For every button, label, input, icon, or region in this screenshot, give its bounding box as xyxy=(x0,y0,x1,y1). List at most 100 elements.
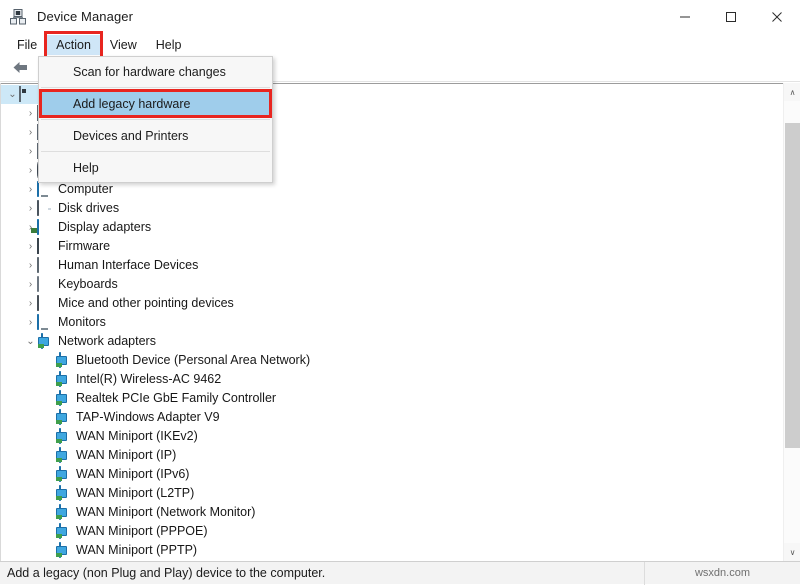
scrollbar-thumb[interactable] xyxy=(785,123,800,448)
chevron-right-icon[interactable]: › xyxy=(24,313,37,332)
tree-item-label: WAN Miniport (IKEv2) xyxy=(76,427,198,446)
tree-item[interactable]: › Human Interface Devices xyxy=(0,256,778,275)
tree-item[interactable]: Bluetooth Device (Personal Area Network) xyxy=(0,351,778,370)
watermark: wsxdn.com xyxy=(645,567,800,579)
network-adapter-icon xyxy=(55,448,71,464)
status-bar: Add a legacy (non Plug and Play) device … xyxy=(0,561,800,584)
chevron-right-icon[interactable]: › xyxy=(24,256,37,275)
menu-item-add-legacy-hardware[interactable]: Add legacy hardware xyxy=(39,91,272,116)
tree-item-label: Intel(R) Wireless-AC 9462 xyxy=(76,370,221,389)
status-text: Add a legacy (non Plug and Play) device … xyxy=(0,566,644,580)
window-controls xyxy=(662,0,800,33)
tree-item-label: Display adapters xyxy=(58,218,151,237)
menu-item-devices-and-printers[interactable]: Devices and Printers xyxy=(39,123,272,148)
chevron-right-icon[interactable]: › xyxy=(24,294,37,313)
menu-item-label: Add legacy hardware xyxy=(73,97,190,111)
chevron-right-icon[interactable]: › xyxy=(24,199,37,218)
menu-item-scan-for-hardware-changes[interactable]: Scan for hardware changes xyxy=(39,59,272,84)
tree-item-label: Human Interface Devices xyxy=(58,256,198,275)
vertical-scrollbar[interactable]: ∧ ∨ xyxy=(783,83,800,561)
menu-view-label: View xyxy=(110,38,137,52)
tree-left-border xyxy=(0,83,1,561)
tree-item-label: WAN Miniport (PPTP) xyxy=(76,541,197,560)
tree-item[interactable]: ›Display adapters xyxy=(0,218,778,237)
chevron-right-icon[interactable]: › xyxy=(24,161,37,180)
tree-item[interactable]: › Firmware xyxy=(0,237,778,256)
network-adapter-icon xyxy=(55,410,71,426)
chevron-right-icon[interactable]: › xyxy=(24,275,37,294)
tree-item-label: Firmware xyxy=(58,237,110,256)
tree-item-label: WAN Miniport (Network Monitor) xyxy=(76,503,255,522)
device-manager-icon xyxy=(9,8,27,26)
menu-separator xyxy=(41,119,270,120)
menu-item-label: Devices and Printers xyxy=(73,129,188,143)
menu-item-label: Scan for hardware changes xyxy=(73,65,226,79)
network-adapter-icon xyxy=(55,543,71,559)
chevron-down-icon[interactable]: ⌄ xyxy=(24,332,37,351)
mouse-icon xyxy=(37,296,53,312)
scroll-down-arrow-icon[interactable]: ∨ xyxy=(784,543,800,561)
network-adapter-icon xyxy=(55,524,71,540)
menu-file-label: File xyxy=(17,38,37,52)
tree-item-label: Network adapters xyxy=(58,332,156,351)
scrollbar-track[interactable] xyxy=(784,101,800,543)
tree-item[interactable]: › Monitors xyxy=(0,313,778,332)
minimize-button[interactable] xyxy=(662,0,708,33)
tree-item[interactable]: WAN Miniport (PPPOE) xyxy=(0,522,778,541)
tree-no-chevron: ⌄ xyxy=(6,85,19,104)
chevron-right-icon[interactable]: › xyxy=(24,237,37,256)
tree-item-label: Monitors xyxy=(58,313,106,332)
chevron-right-icon[interactable]: › xyxy=(24,104,37,123)
network-adapter-icon xyxy=(55,505,71,521)
chevron-right-icon[interactable]: › xyxy=(24,123,37,142)
tree-item-label: WAN Miniport (PPPOE) xyxy=(76,522,208,541)
display-adapter-icon xyxy=(37,220,53,236)
back-button[interactable] xyxy=(7,58,33,80)
monitor-icon xyxy=(37,315,53,331)
tree-item[interactable]: TAP-Windows Adapter V9 xyxy=(0,408,778,427)
arrow-left-icon xyxy=(12,60,29,78)
tree-item-label: TAP-Windows Adapter V9 xyxy=(76,408,220,427)
tree-item-label: WAN Miniport (IPv6) xyxy=(76,465,189,484)
tree-item[interactable]: WAN Miniport (PPTP) xyxy=(0,541,778,560)
tree-item[interactable]: ⌄ Network adapters xyxy=(0,332,778,351)
tree-item-label: Mice and other pointing devices xyxy=(58,294,234,313)
title-bar: Device Manager xyxy=(0,0,800,33)
tree-item[interactable]: Intel(R) Wireless-AC 9462 xyxy=(0,370,778,389)
tree-item[interactable]: WAN Miniport (IP) xyxy=(0,446,778,465)
network-adapter-icon xyxy=(37,334,53,350)
tree-item-label: Keyboards xyxy=(58,275,118,294)
tree-item[interactable]: WAN Miniport (IPv6) xyxy=(0,465,778,484)
tree-item[interactable]: › Mice and other pointing devices xyxy=(0,294,778,313)
network-adapter-icon xyxy=(55,372,71,388)
tree-item[interactable]: WAN Miniport (L2TP) xyxy=(0,484,778,503)
device-manager-window: Device Manager File Action View Help xyxy=(0,0,800,584)
window-title: Device Manager xyxy=(37,9,133,24)
chevron-right-icon[interactable]: › xyxy=(24,142,37,161)
menu-action[interactable]: Action xyxy=(47,35,100,55)
tree-item-label: Disk drives xyxy=(58,199,119,218)
tree-item[interactable]: Realtek PCIe GbE Family Controller xyxy=(0,389,778,408)
tree-item-label: Realtek PCIe GbE Family Controller xyxy=(76,389,276,408)
tree-item[interactable]: WAN Miniport (Network Monitor) xyxy=(0,503,778,522)
scroll-up-arrow-icon[interactable]: ∧ xyxy=(784,83,800,101)
menu-item-help[interactable]: Help xyxy=(39,155,272,180)
tree-item[interactable]: WAN Miniport (IKEv2) xyxy=(0,427,778,446)
tree-item[interactable]: › Keyboards xyxy=(0,275,778,294)
network-adapter-icon xyxy=(55,429,71,445)
menu-view[interactable]: View xyxy=(101,35,146,55)
action-menu-dropdown[interactable]: Scan for hardware changes Add legacy hard… xyxy=(38,56,273,183)
menu-file[interactable]: File xyxy=(8,35,46,55)
network-adapter-icon xyxy=(55,486,71,502)
close-button[interactable] xyxy=(754,0,800,33)
menu-help[interactable]: Help xyxy=(147,35,191,55)
network-adapter-icon xyxy=(55,467,71,483)
tree-item[interactable]: › Disk drives xyxy=(0,199,778,218)
tree-item-label: Bluetooth Device (Personal Area Network) xyxy=(76,351,310,370)
maximize-button[interactable] xyxy=(708,0,754,33)
tree-item-label: WAN Miniport (L2TP) xyxy=(76,484,194,503)
chevron-right-icon[interactable]: › xyxy=(24,180,37,199)
menu-action-label: Action xyxy=(56,38,91,52)
disk-icon xyxy=(37,201,53,217)
menu-help-label: Help xyxy=(156,38,182,52)
